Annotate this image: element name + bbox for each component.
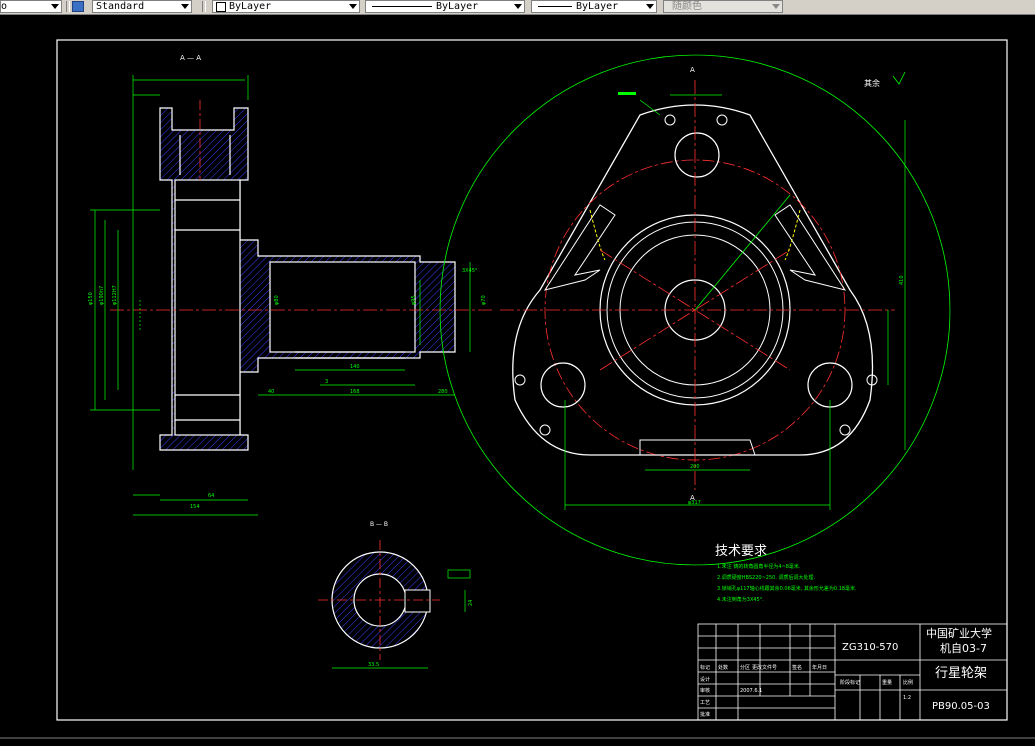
bolt-hole — [664, 114, 676, 126]
roughness-rest-label: 其余 — [864, 78, 880, 88]
bb-keyway — [404, 589, 431, 613]
planet-pin-hole-left — [540, 362, 586, 408]
zone-label: 分区 — [740, 664, 750, 671]
front-section-labels: A A 其余 — [690, 66, 880, 502]
chevron-down-icon — [349, 4, 357, 9]
gear-bore-cutout — [174, 179, 241, 436]
toolbar-separator — [66, 1, 70, 12]
part-name-label: 行星轮架 — [935, 666, 987, 681]
tech-req-item: 2.调质硬度HBS220~250. 调质后调大处理. — [717, 574, 816, 581]
roughness-symbol-icon — [892, 71, 906, 85]
marks-label: 标记 — [700, 664, 710, 671]
section-bb-view: B — B 33.5 24 — [318, 521, 474, 669]
tech-req-item: 3.锁销孔φ117轴心线跟其余0.06毫米, 其余形允差为0.18毫米. — [717, 585, 857, 592]
stage-mark-label: 阶段标记 — [840, 679, 860, 686]
dim-3: 3 — [325, 379, 328, 385]
bolt-hole — [839, 424, 851, 436]
ymd-label: 年月日 — [812, 664, 827, 671]
chevron-down-icon — [51, 4, 59, 9]
section-aa-view: A — A — [159, 54, 456, 451]
linetype-dropdown[interactable]: ByLayer — [365, 0, 525, 13]
section-bb-label: B — B — [370, 521, 388, 528]
drawing-number-label: PB90.05-03 — [932, 701, 990, 712]
dim-dia70: φ70 — [481, 295, 487, 305]
cad-drawing: A — A 154 64 3 140 40 168 280 3X45° φ150… — [0, 39, 1035, 739]
tech-req-item: 1.未注 铸的转角圆角半径为4~8毫米. — [717, 563, 801, 570]
process-label: 工艺 — [700, 700, 710, 706]
plot-style-dropdown[interactable]: 随颜色 — [663, 0, 783, 13]
class-label: 机自03-7 — [940, 641, 987, 655]
toolbar-separator — [202, 1, 206, 12]
drawing-canvas[interactable]: A — A 154 64 3 140 40 168 280 3X45° φ150… — [0, 15, 1035, 742]
bolt-hole — [539, 424, 551, 436]
color-label: ByLayer — [229, 1, 272, 12]
count-label: 处数 — [718, 664, 728, 671]
tolerance-frame — [447, 569, 471, 579]
designer-label: 设计 — [700, 676, 710, 683]
weight-label: 重量 — [882, 679, 892, 686]
section-a-bottom-label: A — [690, 494, 695, 502]
dim-dia150: φ150 — [88, 292, 94, 305]
color-swatch-icon — [216, 2, 226, 12]
material-label: ZG310-570 — [842, 642, 898, 653]
university-label: 中国矿业大学 — [926, 626, 992, 640]
properties-toolbar: o Standard ByLayer ByLayer ByLayer 随颜色 — [0, 0, 1035, 15]
shaft-bore-cutout — [269, 261, 416, 353]
dim-dia80: φ80 — [274, 295, 280, 305]
section-a-top-label: A — [690, 66, 695, 74]
radius-leader — [694, 194, 791, 311]
text-style-dropdown[interactable]: Standard — [92, 0, 192, 13]
chevron-down-icon — [514, 4, 522, 9]
dim-64: 64 — [208, 493, 214, 499]
dim-40: 40 — [268, 389, 274, 395]
dim-410: 410 — [899, 275, 905, 285]
plot-style-label: 随颜色 — [672, 1, 702, 12]
dim-200: 200 — [690, 464, 700, 470]
dim-chamfer: 3X45° — [462, 268, 478, 274]
chevron-down-icon — [772, 4, 780, 9]
hidden-arc — [784, 209, 801, 261]
chevron-down-icon — [181, 4, 189, 9]
lineweight-preview-icon — [538, 5, 572, 7]
lineweight-dropdown[interactable]: ByLayer — [531, 0, 657, 13]
technical-requirements: 技术要求 1.未注 铸的转角圆角半径为4~8毫米. 2.调质硬度HBS220~2… — [715, 544, 857, 603]
dim-dia112: φ112H7 — [112, 285, 118, 305]
dim-dia190: φ190h7 — [99, 286, 105, 305]
hidden-arc — [589, 209, 606, 261]
dim-dia95: φ95 — [411, 295, 417, 305]
dim-280: 280 — [438, 389, 448, 395]
bolt-hole — [716, 114, 728, 126]
dim-140: 140 — [350, 364, 360, 370]
linetype-label: ByLayer — [436, 1, 479, 12]
dim-168: 168 — [350, 389, 360, 395]
window-bottom — [639, 439, 756, 456]
tech-req-item: 4.未注倒角为3X45°. — [717, 596, 764, 603]
datum-marker — [618, 92, 636, 95]
planet-pin-hole-top — [674, 132, 720, 178]
color-control-dropdown[interactable]: ByLayer — [212, 0, 360, 13]
text-style-icon[interactable] — [72, 1, 84, 12]
linetype-preview-icon — [372, 5, 432, 7]
approve-label: 批准 — [700, 711, 710, 718]
dim-33-5: 33.5 — [368, 662, 379, 668]
design-date: 2007.6.1 — [740, 688, 762, 694]
check-label: 审核 — [700, 687, 710, 694]
change-doc-label: 更改文件号 — [752, 664, 777, 671]
chevron-down-icon — [646, 4, 654, 9]
ratio-label: 比例 — [903, 679, 913, 686]
lineweight-label: ByLayer — [576, 1, 619, 12]
front-centerlines — [500, 80, 895, 490]
dim-24: 24 — [468, 600, 474, 606]
tech-req-title: 技术要求 — [715, 544, 767, 559]
scale-value: 1:2 — [903, 695, 911, 701]
left-partial-label: o — [1, 1, 8, 12]
signature-label: 签名 — [792, 664, 802, 671]
window-left — [543, 204, 616, 291]
dim-154: 154 — [190, 504, 200, 510]
bolt-hole — [514, 374, 526, 386]
text-style-label: Standard — [96, 1, 145, 12]
left-partial-dropdown[interactable]: o — [0, 0, 62, 13]
window-right — [774, 204, 847, 291]
section-aa-label: A — A — [180, 54, 201, 62]
